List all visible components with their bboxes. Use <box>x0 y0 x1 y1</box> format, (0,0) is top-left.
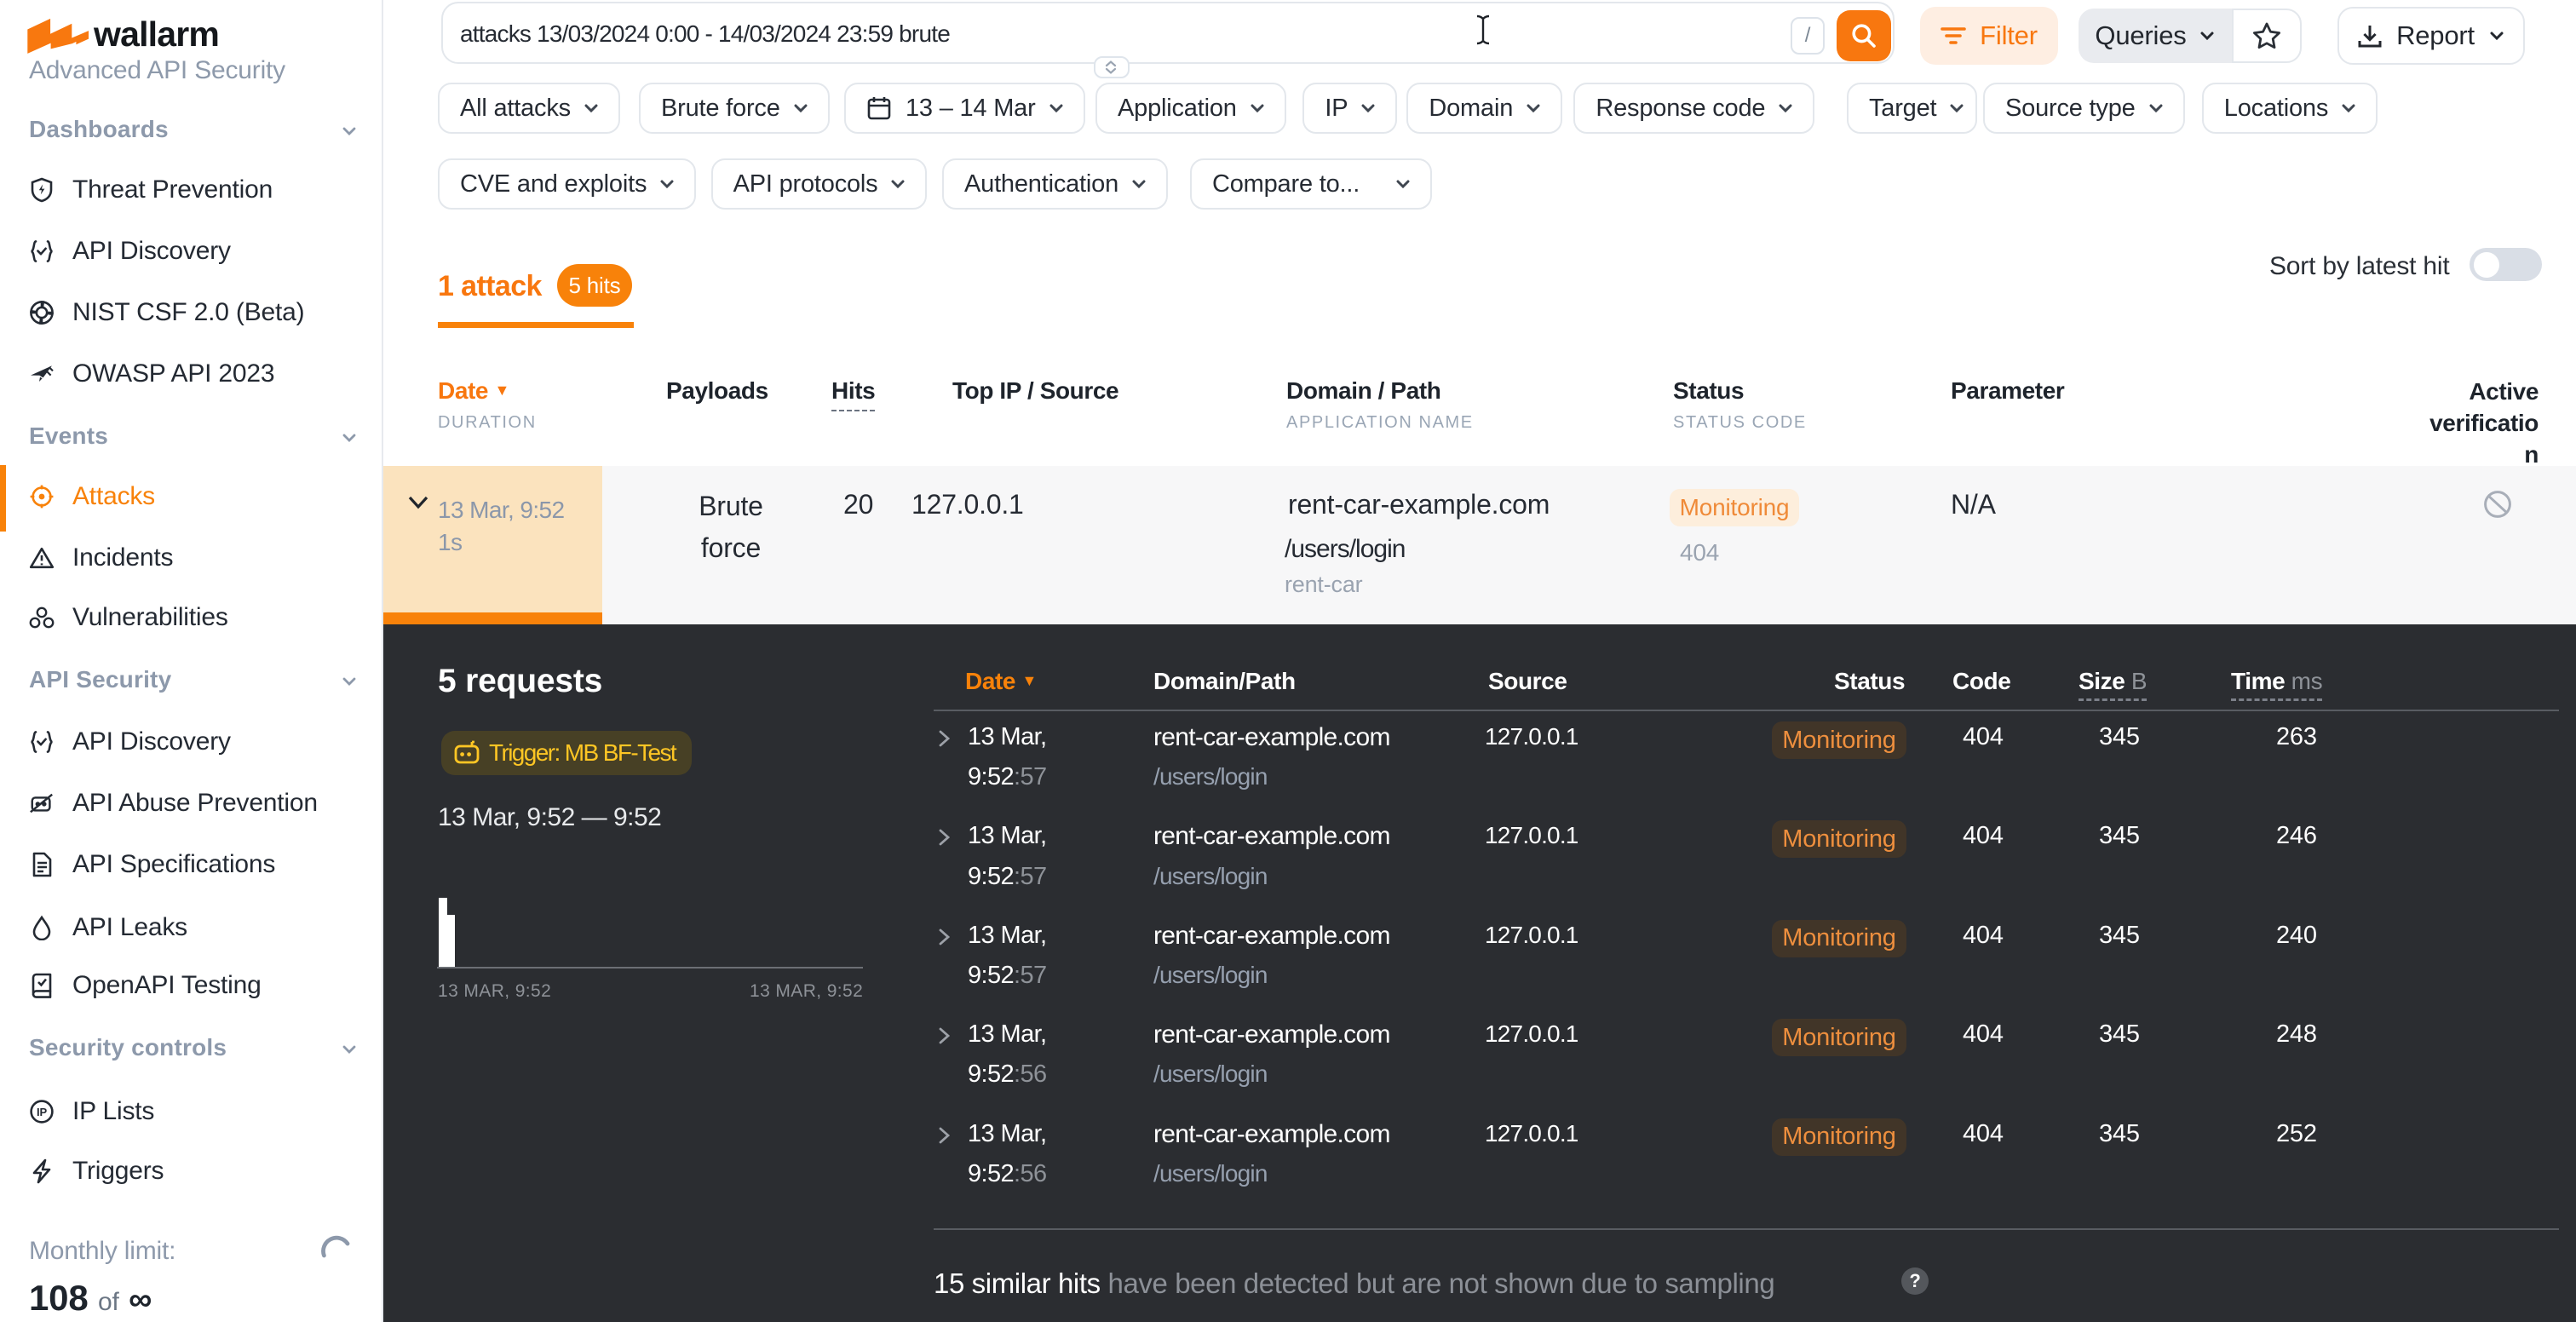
svg-text:IP: IP <box>37 1106 47 1118</box>
